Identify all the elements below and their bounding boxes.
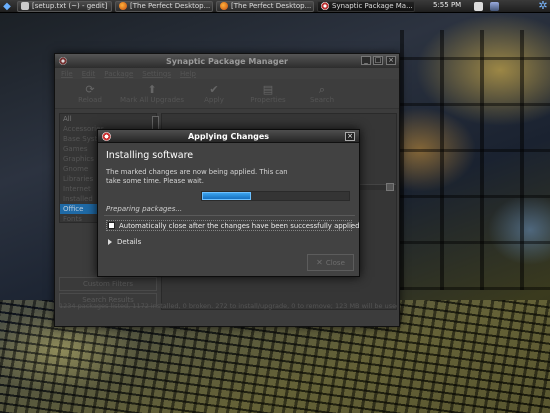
progress-bar — [201, 191, 350, 201]
dialog-description: The marked changes are now being applied… — [106, 168, 288, 185]
reload-icon: ⟳ — [85, 83, 95, 96]
apply-button[interactable]: ✔ Apply — [191, 83, 237, 104]
reload-button[interactable]: ⟳ Reload — [67, 83, 113, 104]
status-bar: 1234 packages listed, 1172 installed, 0 … — [59, 302, 397, 310]
taskbar-label: [setup.txt (~) - gedit] — [32, 2, 108, 10]
menubar: File Edit Package Settings Help — [55, 68, 399, 79]
menu-package[interactable]: Package — [104, 70, 133, 78]
taskbar-button-synaptic[interactable]: Synaptic Package Ma... — [317, 0, 415, 12]
synaptic-icon — [59, 57, 67, 65]
power-icon[interactable]: ✲ — [537, 0, 549, 12]
close-button-label: Close — [325, 258, 345, 267]
custom-filters-button[interactable]: Custom Filters — [59, 277, 157, 291]
menu-settings[interactable]: Settings — [142, 70, 171, 78]
divider — [104, 215, 355, 216]
synaptic-titlebar[interactable]: Synaptic Package Manager _ □ × — [55, 54, 399, 68]
menu-edit[interactable]: Edit — [82, 70, 96, 78]
desktop-background-panels — [400, 30, 550, 290]
mark-all-upgrades-button[interactable]: ⬆ Mark All Upgrades — [120, 83, 184, 104]
auto-close-label[interactable]: Automatically close after the changes ha… — [119, 222, 360, 230]
network-icon[interactable] — [490, 2, 499, 11]
details-label: Details — [117, 238, 142, 246]
details-expander[interactable]: Details — [108, 238, 141, 246]
envelope-icon[interactable] — [474, 2, 483, 11]
tool-label: Apply — [204, 96, 224, 104]
taskbar-button-gedit[interactable]: [setup.txt (~) - gedit] — [17, 0, 112, 12]
main-menu-icon[interactable]: ◆ — [0, 0, 14, 12]
scrollbar[interactable] — [152, 116, 159, 130]
tool-label: Search — [309, 96, 335, 104]
search-icon: ⌕ — [318, 83, 326, 96]
menu-help[interactable]: Help — [180, 70, 196, 78]
dialog-heading: Installing software — [106, 150, 194, 161]
clock[interactable]: 5:55 PM — [433, 1, 461, 9]
expander-arrow-icon — [108, 239, 112, 245]
progress-status: Preparing packages... — [106, 205, 183, 213]
tool-label: Mark All Upgrades — [120, 96, 184, 104]
taskbar-label: [The Perfect Desktop... — [130, 2, 211, 10]
close-button[interactable]: ✕ Close — [307, 254, 354, 271]
section-item[interactable]: All — [60, 114, 156, 124]
tool-label: Reload — [78, 96, 102, 104]
auto-close-checkbox[interactable] — [108, 222, 115, 229]
progress-fill — [202, 192, 251, 200]
tool-label: Properties — [250, 96, 286, 104]
synaptic-icon — [321, 2, 329, 10]
text-document-icon — [21, 2, 29, 10]
firefox-icon — [119, 2, 127, 10]
firefox-icon — [220, 2, 228, 10]
close-button[interactable]: × — [386, 56, 396, 65]
close-icon[interactable]: × — [345, 132, 355, 141]
dialog-titlebar[interactable]: Applying Changes × — [98, 130, 359, 143]
auto-close-checkbox-row[interactable]: Automatically close after the changes ha… — [106, 220, 360, 231]
synaptic-icon — [102, 132, 111, 141]
scrollbar-thumb[interactable] — [386, 183, 394, 191]
properties-icon: ▤ — [262, 83, 274, 96]
taskbar-button-firefox-1[interactable]: [The Perfect Desktop... — [115, 0, 213, 12]
close-icon: ✕ — [316, 258, 323, 267]
properties-button[interactable]: ▤ Properties — [245, 83, 291, 104]
toolbar: ⟳ Reload ⬆ Mark All Upgrades ✔ Apply ▤ P… — [55, 79, 399, 109]
upgrade-icon: ⬆ — [147, 83, 157, 96]
menu-file[interactable]: File — [61, 70, 73, 78]
dialog-title: Applying Changes — [187, 131, 270, 141]
window-title: Synaptic Package Manager — [166, 56, 288, 66]
search-button[interactable]: ⌕ Search — [299, 83, 345, 104]
minimize-button[interactable]: _ — [361, 56, 371, 65]
taskbar-label: [The Perfect Desktop... — [231, 2, 312, 10]
applying-changes-dialog: Applying Changes × Installing software T… — [97, 129, 360, 277]
apply-icon: ✔ — [209, 83, 219, 96]
top-panel: ◆ [setup.txt (~) - gedit] [The Perfect D… — [0, 0, 550, 13]
taskbar-button-firefox-2[interactable]: [The Perfect Desktop... — [216, 0, 314, 12]
taskbar-label: Synaptic Package Ma... — [332, 2, 413, 10]
maximize-button[interactable]: □ — [373, 56, 383, 65]
